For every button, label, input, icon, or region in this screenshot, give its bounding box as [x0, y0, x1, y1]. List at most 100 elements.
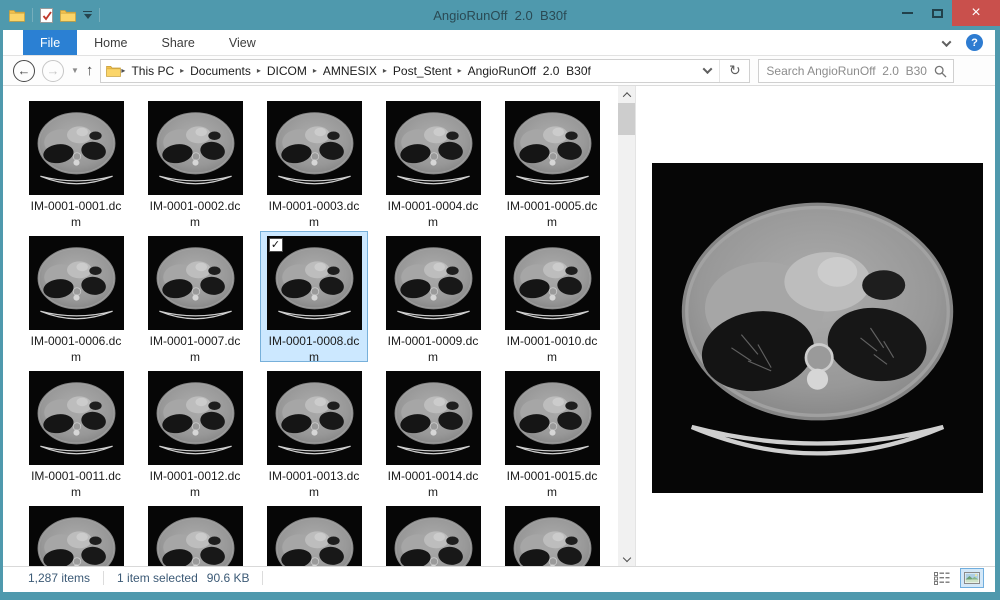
view-toggles: [931, 568, 995, 588]
app-folder-icon[interactable]: [9, 9, 25, 22]
ct-thumbnail: [505, 101, 600, 195]
ct-thumbnail: [386, 371, 481, 465]
ct-thumbnail: [29, 236, 124, 330]
details-view-button[interactable]: [931, 569, 953, 587]
file-item[interactable]: IM-0001-0007.dcm: [141, 231, 249, 362]
breadcrumb-documents[interactable]: Documents: [184, 64, 257, 78]
quick-access-toolbar: [0, 0, 100, 30]
window-controls: ×: [892, 0, 1000, 26]
folder-icon: [106, 65, 121, 77]
address-bar[interactable]: ▸ This PC ▸ Documents ▸ DICOM ▸ AMNESIX …: [100, 59, 750, 83]
file-item[interactable]: [22, 501, 130, 566]
breadcrumb-current-folder[interactable]: AngioRunOff 2.0 B30f: [462, 64, 597, 78]
close-button[interactable]: ×: [952, 0, 1000, 26]
thumbnails-view-icon: [964, 572, 980, 584]
file-name: IM-0001-0001.dcm: [29, 198, 124, 230]
tab-home[interactable]: Home: [77, 30, 144, 55]
file-name: IM-0001-0004.dcm: [386, 198, 481, 230]
new-folder-icon[interactable]: [60, 9, 76, 22]
maximize-button[interactable]: [922, 0, 952, 26]
file-item[interactable]: [379, 501, 487, 566]
close-icon: ×: [971, 5, 980, 21]
file-item[interactable]: IM-0001-0002.dcm: [141, 96, 249, 227]
back-button[interactable]: ←: [13, 60, 35, 82]
file-name: IM-0001-0010.dcm: [505, 333, 600, 365]
search-input[interactable]: [758, 59, 954, 83]
recent-locations-dropdown-icon[interactable]: ▼: [71, 66, 79, 75]
file-name: IM-0001-0003.dcm: [267, 198, 362, 230]
ct-thumbnail: [267, 506, 362, 566]
file-name: IM-0001-0012.dcm: [148, 468, 243, 500]
file-name: IM-0001-0009.dcm: [386, 333, 481, 365]
breadcrumb-amnesix[interactable]: AMNESIX: [317, 64, 383, 78]
tab-share[interactable]: Share: [145, 30, 212, 55]
ct-thumbnail: [148, 371, 243, 465]
file-item[interactable]: IM-0001-0010.dcm: [498, 231, 606, 362]
details-view-icon: [934, 572, 950, 585]
ct-thumbnail: [29, 506, 124, 566]
file-item[interactable]: [498, 501, 606, 566]
tab-view[interactable]: View: [212, 30, 273, 55]
customize-qat-dropdown-icon[interactable]: [83, 11, 92, 20]
file-name: IM-0001-0008.dcm: [267, 333, 362, 365]
ct-thumbnail: [148, 506, 243, 566]
file-name: IM-0001-0007.dcm: [148, 333, 243, 365]
chevron-down-icon: [622, 553, 630, 561]
chevron-down-icon: [702, 64, 712, 74]
file-item[interactable]: IM-0001-0015.dcm: [498, 366, 606, 497]
file-item[interactable]: IM-0001-0012.dcm: [141, 366, 249, 497]
ct-thumbnail: [148, 101, 243, 195]
tab-file[interactable]: File: [23, 30, 77, 55]
ct-thumbnail: [148, 236, 243, 330]
scroll-up-button[interactable]: [618, 86, 635, 103]
scrollbar-thumb[interactable]: [618, 103, 635, 135]
ct-thumbnail: [267, 101, 362, 195]
address-dropdown-button[interactable]: [695, 60, 719, 82]
ribbon-tabs: File Home Share View ?: [3, 30, 995, 56]
file-item[interactable]: [260, 501, 368, 566]
vertical-scrollbar[interactable]: [618, 86, 635, 566]
breadcrumb-post-stent[interactable]: Post_Stent: [387, 64, 458, 78]
ct-thumbnail: [267, 371, 362, 465]
large-icons-view-button[interactable]: [960, 568, 984, 588]
expand-ribbon-button[interactable]: [943, 34, 950, 52]
statusbar: 1,287 items 1 item selected 90.6 KB: [3, 566, 995, 589]
properties-icon[interactable]: [40, 8, 53, 23]
ct-thumbnail: [29, 371, 124, 465]
file-name: IM-0001-0006.dcm: [29, 333, 124, 365]
minimize-button[interactable]: [892, 0, 922, 26]
file-item[interactable]: IM-0001-0013.dcm: [260, 366, 368, 497]
file-item[interactable]: IM-0001-0001.dcm: [22, 96, 130, 227]
file-item[interactable]: IM-0001-0004.dcm: [379, 96, 487, 227]
content-area: IM-0001-0001.dcm IM-0001-0002.dcm IM-0001-…: [3, 86, 995, 566]
breadcrumb-this-pc[interactable]: This PC: [125, 64, 180, 78]
chevron-up-icon: [622, 92, 630, 100]
ct-thumbnail: [386, 506, 481, 566]
file-item[interactable]: IM-0001-0011.dcm: [22, 366, 130, 497]
ct-thumbnail: [505, 371, 600, 465]
up-button[interactable]: ↑: [86, 62, 94, 79]
selection-count: 1 item selected: [117, 571, 198, 585]
ct-thumbnail: [505, 506, 600, 566]
file-item[interactable]: IM-0001-0009.dcm: [379, 231, 487, 362]
file-item[interactable]: IM-0001-0005.dcm: [498, 96, 606, 227]
file-item[interactable]: [141, 501, 249, 566]
refresh-button[interactable]: ↻: [720, 60, 749, 82]
file-item[interactable]: ✓ IM-0001-0008.dcm: [260, 231, 368, 362]
forward-button[interactable]: →: [42, 60, 64, 82]
checkbox-icon[interactable]: ✓: [269, 238, 283, 252]
file-name: IM-0001-0015.dcm: [505, 468, 600, 500]
file-name: IM-0001-0005.dcm: [505, 198, 600, 230]
qat-separator: [32, 8, 33, 22]
selection-size: 90.6 KB: [207, 571, 250, 585]
file-item[interactable]: IM-0001-0006.dcm: [22, 231, 130, 362]
file-name: IM-0001-0014.dcm: [386, 468, 481, 500]
items-count: 1,287 items: [28, 571, 90, 585]
file-item[interactable]: IM-0001-0003.dcm: [260, 96, 368, 227]
help-button[interactable]: ?: [966, 34, 983, 51]
search-icon: [934, 65, 947, 78]
ct-thumbnail: [505, 236, 600, 330]
breadcrumb-dicom[interactable]: DICOM: [261, 64, 313, 78]
file-item[interactable]: IM-0001-0014.dcm: [379, 366, 487, 497]
scroll-down-button[interactable]: [618, 549, 635, 566]
